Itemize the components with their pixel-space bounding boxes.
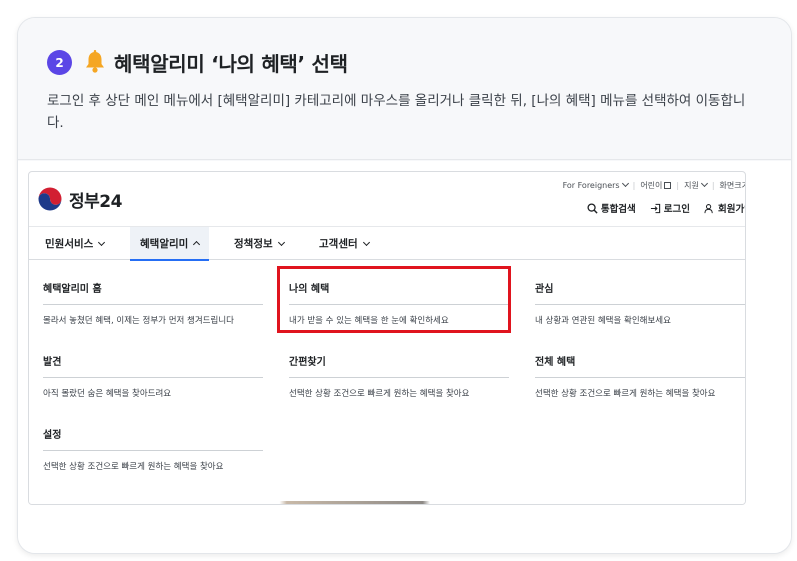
util-support[interactable]: 지원 — [684, 179, 708, 191]
chevron-down-icon — [621, 179, 629, 188]
menu-item-desc: 선택한 상황 조건으로 빠르게 원하는 혜택을 찾아요 — [43, 462, 224, 472]
signup-label: 회원가입 — [718, 204, 745, 215]
menu-item-title: 전체 혜택 — [535, 353, 745, 378]
util-screen-size[interactable]: 화면크기 — [719, 180, 745, 191]
chevron-up-icon — [193, 240, 201, 248]
logo-text: 정부 — [69, 191, 100, 212]
chevron-down-icon — [700, 179, 708, 188]
taegeuk-logo-icon — [38, 187, 62, 211]
login-icon — [650, 203, 660, 213]
menu-item-desc: 몰라서 놓쳤던 혜택, 이제는 정부가 먼저 챙겨드립니다 — [43, 316, 234, 326]
utility-bar: For Foreigners | 어린이 | 지원 | 화면크기 — [562, 179, 745, 191]
login-button[interactable]: 로그인 — [650, 201, 690, 215]
search-button[interactable]: 통합검색 — [587, 201, 636, 215]
chevron-down-icon — [362, 238, 370, 246]
util-screen-size-label: 화면크기 — [719, 181, 745, 190]
menu-item-title: 간편찾기 — [289, 353, 509, 378]
menu-item-desc: 선택한 상황 조건으로 빠르게 원하는 혜택을 찾아요 — [289, 389, 470, 399]
logo-number: 24 — [99, 191, 122, 212]
nav-civil-service-label: 민원서비스 — [45, 238, 94, 250]
menu-item-desc: 선택한 상황 조건으로 빠르게 원하는 혜택을 찾아요 — [535, 389, 716, 399]
divider: | — [632, 181, 636, 190]
menu-item-settings[interactable]: 설정 선택한 상황 조건으로 빠르게 원하는 혜택을 찾아요 — [43, 426, 263, 472]
menu-item-desc: 아직 몰랐던 숨은 혜택을 찾아드려요 — [43, 389, 172, 399]
menu-item-desc: 내 상황과 연관된 혜택을 확인해보세요 — [535, 316, 671, 326]
menu-item-title: 관심 — [535, 280, 745, 305]
search-icon — [587, 202, 598, 214]
external-link-icon — [664, 182, 672, 189]
nav-customer-center[interactable]: 고객센터 — [319, 227, 370, 260]
chevron-down-icon — [98, 238, 106, 246]
step-title: 혜택알리미 ‘나의 혜택’ 선택 — [114, 52, 348, 76]
divider: | — [711, 181, 715, 190]
menu-item-discover[interactable]: 발견 아직 몰랐던 숨은 혜택을 찾아드려요 — [43, 353, 263, 399]
util-children[interactable]: 어린이 — [640, 180, 672, 191]
search-label: 통합검색 — [600, 204, 636, 215]
util-foreigners[interactable]: For Foreigners — [562, 179, 629, 190]
menu-item-title: 발견 — [43, 353, 263, 378]
menu-item-interests[interactable]: 관심 내 상황과 연관된 혜택을 확인해보세요 — [535, 280, 745, 326]
bell-icon — [86, 50, 104, 73]
util-foreigners-label: For Foreigners — [562, 181, 620, 190]
page-bottom-strip — [29, 501, 745, 504]
menu-item-quick-search[interactable]: 간편찾기 선택한 상황 조건으로 빠르게 원하는 혜택을 찾아요 — [289, 353, 509, 399]
user-add-icon — [704, 203, 713, 213]
gov24-logo[interactable]: 정부24 — [37, 186, 122, 212]
menu-item-benefit-home[interactable]: 혜택알리미 홈 몰라서 놓쳤던 혜택, 이제는 정부가 먼저 챙겨드립니다 — [43, 280, 263, 326]
main-nav: 민원서비스 혜택알리미 정책정보 고객센터 — [29, 226, 745, 261]
divider: | — [676, 181, 680, 190]
step-description: 로그인 후 상단 메인 메뉴에서 [혜택알리미] 카테고리에 마우스를 올리거나… — [47, 93, 746, 131]
menu-item-title: 혜택알리미 홈 — [43, 280, 263, 305]
website-screenshot: 정부24 For Foreigners | 어린이 | 지원 | 화면크기 통합… — [28, 171, 746, 505]
nav-policy-info-label: 정책정보 — [234, 238, 273, 250]
login-label: 로그인 — [663, 204, 691, 215]
highlight-box — [277, 266, 511, 333]
signup-button[interactable]: 회원가입 — [704, 201, 745, 215]
menu-item-title: 설정 — [43, 426, 263, 451]
action-bar: 통합검색 로그인 회원가입 — [587, 201, 745, 215]
chevron-down-icon — [277, 238, 285, 246]
nav-customer-center-label: 고객센터 — [319, 238, 358, 250]
util-support-label: 지원 — [684, 181, 699, 190]
guide-card-header: 2 혜택알리미 ‘나의 혜택’ 선택 로그인 후 상단 메인 메뉴에서 [혜택알… — [18, 18, 791, 160]
nav-policy-info[interactable]: 정책정보 — [234, 227, 285, 260]
nav-civil-service[interactable]: 민원서비스 — [45, 227, 106, 260]
menu-item-all-benefits[interactable]: 전체 혜택 선택한 상황 조건으로 빠르게 원하는 혜택을 찾아요 — [535, 353, 745, 399]
nav-benefit-alert[interactable]: 혜택알리미 — [130, 227, 210, 261]
step-number-badge: 2 — [47, 50, 72, 75]
util-children-label: 어린이 — [640, 181, 663, 190]
nav-benefit-alert-label: 혜택알리미 — [140, 237, 189, 250]
